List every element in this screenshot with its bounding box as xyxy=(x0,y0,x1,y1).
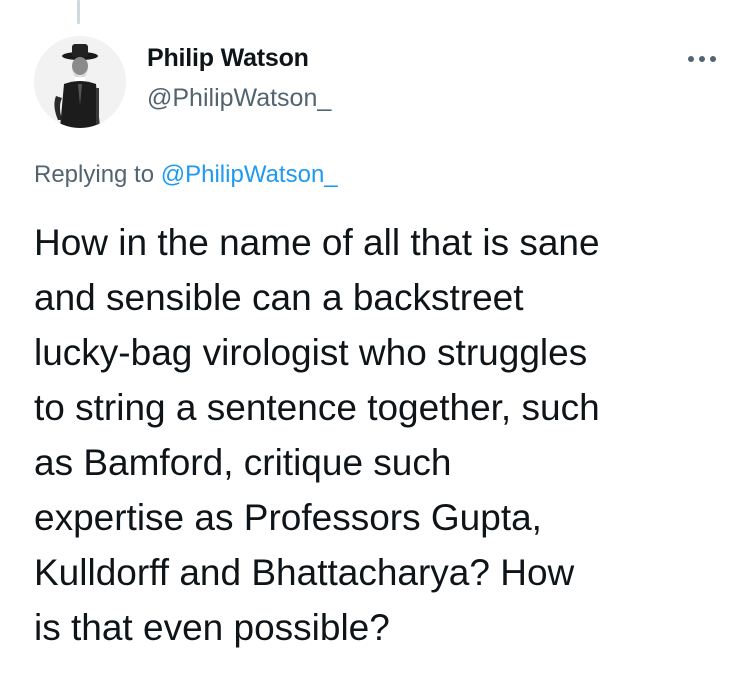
thread-connector-line xyxy=(77,0,80,24)
tweet-text-line: How in the name of all that is sane xyxy=(34,222,600,263)
more-options-button[interactable] xyxy=(680,46,724,72)
reply-target-link[interactable]: @PhilipWatson_ xyxy=(161,161,338,188)
replying-to-label: Replying to xyxy=(34,161,155,188)
author-handle[interactable]: @PhilipWatson_ xyxy=(147,83,331,113)
tweet-text-line: as Bamford, critique such xyxy=(34,442,452,483)
tweet-text: How in the name of all that is sane and … xyxy=(34,215,734,655)
tweet-text-line: is that even possible? xyxy=(34,607,390,648)
tweet-text-line: to string a sentence together, such xyxy=(34,387,600,428)
tweet-text-line: lucky-bag virologist who struggles xyxy=(34,332,588,373)
avatar-photo-icon xyxy=(34,36,126,128)
more-horizontal-icon xyxy=(688,56,716,62)
avatar[interactable] xyxy=(34,36,126,128)
author-display-name[interactable]: Philip Watson xyxy=(147,43,309,73)
tweet-text-line: expertise as Professors Gupta, xyxy=(34,497,542,538)
tweet-text-line: and sensible can a backstreet xyxy=(34,277,524,318)
replying-to-line: Replying to @PhilipWatson_ xyxy=(34,160,338,190)
tweet-text-line: Kulldorff and Bhattacharya? How xyxy=(34,552,575,593)
